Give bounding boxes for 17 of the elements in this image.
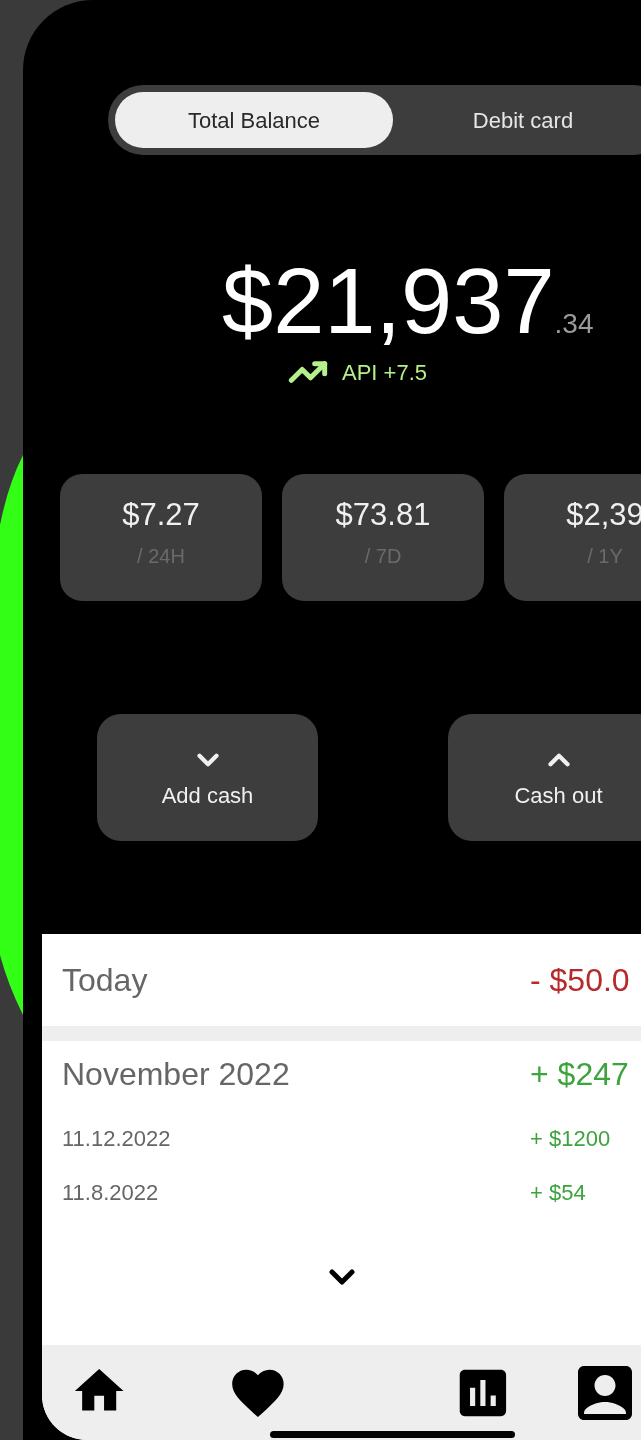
entry-amount: + $54 bbox=[530, 1178, 586, 1207]
entry-date: 11.12.2022 bbox=[61, 1124, 172, 1153]
group-title: November 2022 bbox=[61, 1055, 291, 1094]
group-title: Today bbox=[61, 961, 149, 1000]
stat-value: $7.27 bbox=[122, 496, 200, 534]
entry-date: 11.8.2022 bbox=[61, 1178, 160, 1207]
group-amount: + $247 bbox=[530, 1055, 629, 1094]
balance-amount: $21,937 bbox=[222, 255, 555, 347]
group-amount: - $50.0 bbox=[530, 961, 630, 1000]
action-button[interactable]: Add cash bbox=[97, 714, 318, 841]
action-button[interactable]: Cash out bbox=[448, 714, 641, 841]
trend-label: API +7.5 bbox=[342, 358, 427, 387]
entry-amount: + $1200 bbox=[530, 1124, 611, 1153]
balance-cents: .34 bbox=[554, 310, 594, 338]
stat-value: $73.81 bbox=[335, 496, 431, 534]
tab[interactable]: Total Balance bbox=[115, 92, 393, 148]
tab[interactable]: Debit card bbox=[413, 92, 633, 148]
